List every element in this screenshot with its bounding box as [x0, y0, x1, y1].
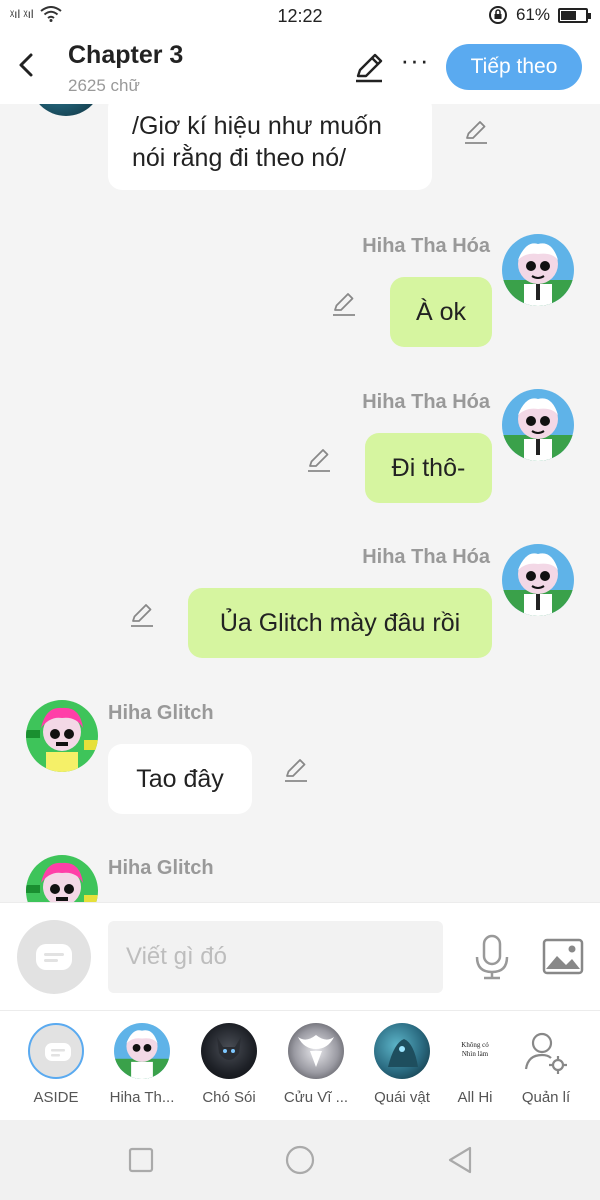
character-name: Cửu Vĩ ... [283, 1089, 349, 1106]
avatar-tha-hoa[interactable] [502, 234, 574, 306]
character-all-hi[interactable]: Không có Nhìn làm All Hi [439, 1023, 511, 1106]
avatar-all-hi: Không có Nhìn làm [447, 1023, 503, 1079]
chat-bubble-icon [36, 944, 72, 970]
wolf-image [217, 1037, 241, 1060]
message-bubble[interactable]: Ủa Glitch mày đâu rồi [188, 588, 492, 658]
message-text: Đi thô- [391, 454, 466, 482]
next-chapter-button[interactable]: Tiếp theo [446, 44, 582, 90]
status-right: 61% [488, 5, 591, 25]
sender-name: Hiha Tha Hóa [362, 235, 490, 257]
message-composer [0, 902, 600, 1010]
all-hi-image: Không có Nhìn làm [461, 1041, 489, 1058]
edit-pencil-icon[interactable] [352, 50, 386, 84]
edit-message-icon[interactable] [305, 446, 333, 474]
back-arrow-icon[interactable] [12, 50, 42, 80]
manage-icon-graphic [524, 1032, 567, 1074]
avatar-tha-hoa-image [502, 544, 574, 616]
message-bubble[interactable]: Tao đây [108, 744, 252, 814]
message-line: nói rằng đi theo nó/ [132, 144, 347, 172]
rotation-lock-icon [488, 6, 507, 24]
character-name: Quản lí [521, 1089, 571, 1106]
sender-name: Hiha Glitch [108, 702, 214, 724]
character-name: Hiha Th... [109, 1089, 175, 1106]
message-text: À ok [415, 298, 467, 326]
character-monster[interactable]: Quái vật [366, 1023, 438, 1106]
message-text: /Giơ kí hiệu như muốn nói rằng đi theo n… [132, 110, 382, 174]
message-bubble[interactable]: Đi thô- [365, 433, 492, 503]
avatar-tha-hoa-image [114, 1023, 170, 1079]
character-name: ASIDE [33, 1089, 79, 1106]
home-icon[interactable] [282, 1142, 318, 1178]
chapter-header: Chapter 3 2625 chữ ··· Tiếp theo [0, 32, 600, 104]
svg-text:Nhìn làm: Nhìn làm [462, 1050, 489, 1058]
avatar-glitch[interactable] [26, 855, 98, 902]
back-nav-icon[interactable] [442, 1142, 478, 1178]
character-name: All Hi [457, 1089, 493, 1106]
character-name: Chó Sói [202, 1089, 256, 1106]
message-line: /Giơ kí hiệu như muốn [132, 112, 382, 140]
character-tha-hoa[interactable]: Hiha Th... [106, 1023, 178, 1106]
edit-message-icon[interactable] [330, 290, 358, 318]
message-text: Tao đây [136, 765, 224, 793]
chapter-title: Chapter 3 [68, 41, 184, 69]
aside-toggle-button[interactable] [17, 920, 91, 994]
recent-apps-icon[interactable] [123, 1142, 159, 1178]
chat-area[interactable]: /Giơ kí hiệu như muốn nói rằng đi theo n… [0, 104, 600, 902]
microphone-icon[interactable] [472, 933, 512, 981]
avatar-tha-hoa[interactable] [502, 544, 574, 616]
message-input[interactable] [108, 921, 443, 993]
avatar-glitch-image [26, 700, 98, 772]
battery-fill [561, 10, 576, 20]
aside-icon [28, 1023, 84, 1079]
avatar-tha-hoa [114, 1023, 170, 1079]
battery-percent: 61% [515, 5, 550, 24]
svg-text:Không có: Không có [461, 1041, 489, 1049]
manage-icon [518, 1023, 574, 1079]
avatar-tha-hoa-image [502, 234, 574, 306]
edit-message-icon[interactable] [462, 118, 490, 146]
avatar-glitch-image [26, 855, 98, 902]
message-text: Ủa Glitch mày đâu rồi [219, 609, 461, 637]
character-manage[interactable]: Quản lí [510, 1023, 582, 1106]
edit-message-icon[interactable] [128, 601, 156, 629]
message-bubble[interactable]: À ok [390, 277, 492, 347]
avatar-monster[interactable] [30, 104, 102, 116]
sender-name: Hiha Glitch [108, 857, 214, 879]
more-options-icon[interactable]: ··· [400, 47, 430, 80]
sender-name: Hiha Tha Hóa [362, 391, 490, 413]
monster-image [388, 1039, 418, 1067]
system-nav-bar [0, 1120, 600, 1200]
character-strip: ASIDE Hiha Th... Chó Sói Cửu Vĩ ... Quái… [0, 1010, 600, 1120]
character-name: Quái vật [374, 1089, 430, 1106]
avatar-glitch[interactable] [26, 700, 98, 772]
character-aside[interactable]: ASIDE [20, 1023, 92, 1106]
message-bubble[interactable]: /Giơ kí hiệu như muốn nói rằng đi theo n… [108, 104, 432, 190]
character-wolf[interactable]: Chó Sói [193, 1023, 265, 1106]
aside-icon-graphic [45, 1043, 71, 1061]
edit-message-icon[interactable] [282, 756, 310, 784]
avatar-monster [374, 1023, 430, 1079]
fox-image [298, 1035, 334, 1067]
sender-name: Hiha Tha Hóa [362, 546, 490, 568]
status-bar: ᵡıl ᵡıl 12:22 61% [0, 0, 600, 32]
image-icon[interactable] [542, 937, 584, 977]
word-count: 2625 chữ [68, 76, 140, 95]
battery-icon [558, 7, 591, 23]
avatar-wolf [201, 1023, 257, 1079]
avatar-fox [288, 1023, 344, 1079]
avatar-tha-hoa-image [502, 389, 574, 461]
avatar-tha-hoa[interactable] [502, 389, 574, 461]
character-fox[interactable]: Cửu Vĩ ... [280, 1023, 352, 1106]
